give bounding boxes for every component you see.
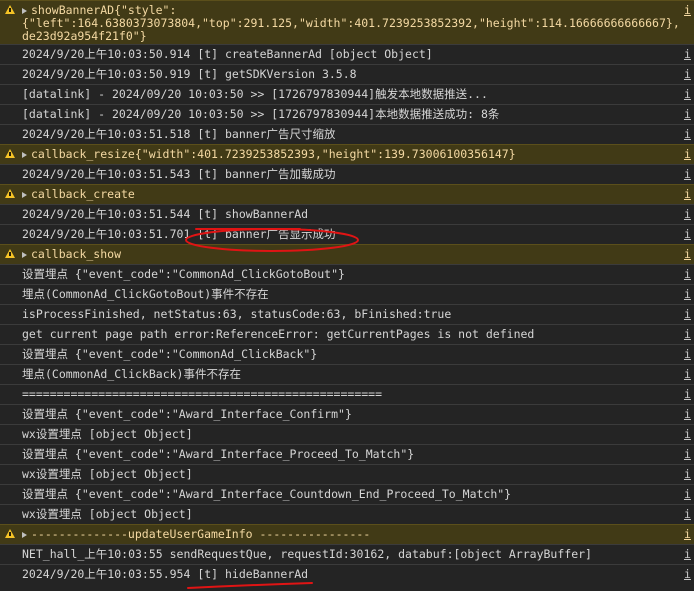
source-link[interactable]: i (684, 65, 694, 84)
source-link[interactable]: i (684, 325, 694, 344)
log-row[interactable]: 埋点(CommonAd_ClickBack)事件不存在 i (0, 364, 694, 384)
log-text: 2024/9/20上午10:03:51.701 [t] banner广告显示成功 (22, 227, 336, 241)
source-link[interactable]: i (684, 545, 694, 564)
source-link[interactable]: i (684, 185, 694, 204)
log-text: wx设置埋点 [object Object] (22, 507, 193, 521)
log-row[interactable]: 设置埋点 {"event_code":"Award_Interface_Conf… (0, 404, 694, 424)
log-row[interactable]: 设置埋点 {"event_code":"Award_Interface_Coun… (0, 484, 694, 504)
warning-row[interactable]: callback_create i (0, 184, 694, 204)
log-text: 设置埋点 {"event_code":"Award_Interface_Conf… (22, 407, 352, 421)
log-row[interactable]: 设置埋点 {"event_code":"CommonAd_ClickGotoBo… (0, 264, 694, 284)
source-link[interactable]: i (684, 145, 694, 164)
source-link[interactable]: i (684, 265, 694, 284)
source-link[interactable]: i (684, 465, 694, 484)
log-row[interactable]: NET_hall_上午10:03:55 sendRequestQue, requ… (0, 544, 694, 564)
expand-triangle-icon[interactable] (22, 151, 27, 158)
source-link[interactable]: i (684, 405, 694, 424)
source-link[interactable]: i (684, 4, 694, 17)
warning-text: showBannerAD{"style": (31, 4, 177, 17)
source-link[interactable]: i (684, 125, 694, 144)
expand-triangle-icon[interactable] (22, 191, 27, 198)
source-link[interactable]: i (684, 245, 694, 264)
log-text: callback_create (31, 187, 135, 201)
log-text: get current page path error:ReferenceErr… (22, 327, 535, 341)
source-link[interactable]: i (684, 445, 694, 464)
log-text: [datalink] - 2024/09/20 10:03:50 >> [172… (22, 87, 488, 101)
log-text: isProcessFinished, netStatus:63, statusC… (22, 307, 452, 321)
source-link[interactable]: i (684, 485, 694, 504)
log-text: 2024/9/20上午10:03:51.518 [t] banner广告尺寸缩放 (22, 127, 336, 141)
log-text: callback_resize{"width":401.723925385239… (31, 147, 516, 161)
log-row[interactable]: 设置埋点 {"event_code":"CommonAd_ClickBack"}… (0, 344, 694, 364)
source-link[interactable]: i (684, 425, 694, 444)
warning-icon (5, 189, 15, 198)
log-text: 设置埋点 {"event_code":"Award_Interface_Coun… (22, 487, 512, 501)
log-row[interactable]: 2024/9/20上午10:03:51.701 [t] banner广告显示成功… (0, 224, 694, 244)
log-text: ========================================… (22, 387, 383, 401)
source-link[interactable]: i (684, 525, 694, 544)
source-link[interactable]: i (684, 285, 694, 304)
console-log: showBannerAD{"style": {"left":164.638037… (0, 0, 694, 584)
source-link[interactable]: i (684, 105, 694, 124)
source-link[interactable]: i (684, 165, 694, 184)
log-row[interactable]: 2024/9/20上午10:03:51.544 [t] showBannerAd… (0, 204, 694, 224)
log-text: 2024/9/20上午10:03:51.543 [t] banner广告加载成功 (22, 167, 336, 181)
warning-row[interactable]: --------------updateUserGameInfo -------… (0, 524, 694, 544)
log-row[interactable]: isProcessFinished, netStatus:63, statusC… (0, 304, 694, 324)
log-text: 2024/9/20上午10:03:55.954 [t] hideBannerAd (22, 567, 309, 581)
log-row[interactable]: ========================================… (0, 384, 694, 404)
source-link[interactable]: i (684, 345, 694, 364)
log-text: 2024/9/20上午10:03:51.544 [t] showBannerAd (22, 207, 309, 221)
warning-icon (5, 529, 15, 538)
source-link[interactable]: i (684, 205, 694, 224)
log-text: NET_hall_上午10:03:55 sendRequestQue, requ… (22, 547, 592, 561)
log-row[interactable]: wx设置埋点 [object Object] i (0, 464, 694, 484)
expand-triangle-icon[interactable] (22, 251, 27, 258)
log-text: --------------updateUserGameInfo -------… (31, 527, 371, 541)
log-text: 设置埋点 {"event_code":"Award_Interface_Proc… (22, 447, 415, 461)
log-row[interactable]: [datalink] - 2024/09/20 10:03:50 >> [172… (0, 84, 694, 104)
warning-icon (5, 249, 15, 258)
warning-row[interactable]: callback_show i (0, 244, 694, 264)
log-row[interactable]: 2024/9/20上午10:03:51.518 [t] banner广告尺寸缩放… (0, 124, 694, 144)
source-link[interactable]: i (684, 225, 694, 244)
expand-triangle-icon[interactable] (22, 531, 27, 538)
warning-row[interactable]: showBannerAD{"style": {"left":164.638037… (0, 0, 694, 44)
log-row[interactable]: wx设置埋点 [object Object] i (0, 504, 694, 524)
source-link[interactable]: i (684, 505, 694, 524)
source-link[interactable]: i (684, 45, 694, 64)
source-link[interactable]: i (684, 85, 694, 104)
log-row[interactable]: [datalink] - 2024/09/20 10:03:50 >> [172… (0, 104, 694, 124)
warning-icon (5, 5, 15, 14)
log-row[interactable]: 设置埋点 {"event_code":"Award_Interface_Proc… (0, 444, 694, 464)
log-row[interactable]: 2024/9/20上午10:03:55.954 [t] hideBannerAd… (0, 564, 694, 584)
source-link[interactable]: i (684, 565, 694, 584)
log-text: 2024/9/20上午10:03:50.914 [t] createBanner… (22, 47, 433, 61)
warning-text-line3: de23d92a954f21f0"} (22, 30, 147, 43)
log-text: 埋点(CommonAd_ClickBack)事件不存在 (22, 367, 241, 381)
source-link[interactable]: i (684, 365, 694, 384)
source-link[interactable]: i (684, 305, 694, 324)
log-text: [datalink] - 2024/09/20 10:03:50 >> [172… (22, 107, 500, 121)
source-link[interactable]: i (684, 385, 694, 404)
log-row[interactable]: get current page path error:ReferenceErr… (0, 324, 694, 344)
log-row[interactable]: 埋点(CommonAd_ClickGotoBout)事件不存在 i (0, 284, 694, 304)
warning-text-line2: {"left":164.6380373073804,"top":291.125,… (22, 17, 680, 30)
log-row[interactable]: wx设置埋点 [object Object] i (0, 424, 694, 444)
log-row[interactable]: 2024/9/20上午10:03:50.914 [t] createBanner… (0, 44, 694, 64)
log-text: 2024/9/20上午10:03:50.919 [t] getSDKVersio… (22, 67, 357, 81)
log-text: 设置埋点 {"event_code":"CommonAd_ClickGotoBo… (22, 267, 345, 281)
log-text: callback_show (31, 247, 122, 261)
log-text: 埋点(CommonAd_ClickGotoBout)事件不存在 (22, 287, 269, 301)
log-row[interactable]: 2024/9/20上午10:03:51.543 [t] banner广告加载成功… (0, 164, 694, 184)
warning-row[interactable]: callback_resize{"width":401.723925385239… (0, 144, 694, 164)
warning-icon (5, 149, 15, 158)
log-text: wx设置埋点 [object Object] (22, 467, 193, 481)
log-text: 设置埋点 {"event_code":"CommonAd_ClickBack"} (22, 347, 318, 361)
expand-triangle-icon[interactable] (22, 7, 27, 14)
log-row[interactable]: 2024/9/20上午10:03:50.919 [t] getSDKVersio… (0, 64, 694, 84)
log-text: wx设置埋点 [object Object] (22, 427, 193, 441)
